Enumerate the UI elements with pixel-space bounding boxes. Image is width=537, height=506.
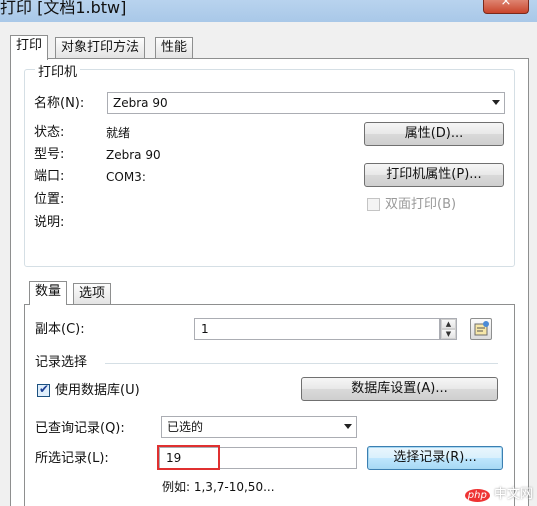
close-icon: ×: [500, 0, 512, 9]
port-label: 端口:: [34, 169, 65, 184]
copies-input[interactable]: 1: [194, 318, 440, 340]
queried-records-select[interactable]: 已选的: [161, 416, 357, 438]
annotation-highlight-box: [157, 445, 220, 470]
subtab-quantity[interactable]: 数量: [29, 281, 68, 305]
close-button[interactable]: ×: [483, 0, 529, 14]
queried-records-label: 已查询记录(Q):: [35, 421, 125, 436]
chevron-down-icon: [492, 100, 500, 105]
watermark-site: 中文网: [493, 487, 533, 502]
use-database-checkbox[interactable]: ✔: [37, 382, 50, 397]
model-value: Zebra 90: [106, 148, 161, 162]
counter-icon: [474, 321, 489, 336]
status-value: 就绪: [106, 126, 131, 140]
port-value: COM3:: [106, 170, 146, 184]
php-logo: php: [464, 489, 490, 502]
duplex-checkbox[interactable]: [367, 198, 380, 211]
chevron-down-icon: [344, 424, 352, 429]
example-text: 例如: 1,3,7-10,50...: [162, 480, 275, 494]
queried-records-value: 已选的: [167, 420, 204, 434]
selected-records-label: 所选记录(L):: [35, 451, 109, 466]
printer-name-select[interactable]: Zebra 90: [107, 92, 505, 114]
duplex-label: 双面打印(B): [385, 197, 457, 212]
properties-button[interactable]: 属性(D)...: [364, 122, 504, 146]
comment-label: 说明:: [34, 215, 65, 230]
printer-properties-button[interactable]: 打印机属性(P)...: [364, 163, 504, 187]
record-selection-divider: [105, 363, 498, 364]
printer-name-value: Zebra 90: [113, 96, 168, 110]
status-label: 状态:: [34, 125, 65, 140]
watermark: php 中文网: [464, 483, 533, 502]
select-records-button[interactable]: 选择记录(R)...: [367, 446, 503, 470]
spin-up-icon[interactable]: ▲: [441, 319, 456, 329]
subtab-options[interactable]: 选项: [73, 283, 112, 304]
checkmark-icon: ✔: [39, 382, 50, 396]
printer-name-label: 名称(N):: [34, 96, 85, 111]
tab-performance[interactable]: 性能: [155, 37, 194, 58]
tab-object-print-method[interactable]: 对象打印方法: [55, 37, 146, 58]
copies-label: 副本(C):: [35, 322, 85, 337]
copies-spinner[interactable]: ▲ ▼: [440, 318, 457, 340]
title-bar: 打印 [文档1.btw] ×: [0, 0, 537, 22]
spin-down-icon[interactable]: ▼: [441, 329, 456, 339]
model-label: 型号:: [34, 147, 65, 162]
database-settings-button[interactable]: 数据库设置(A)...: [301, 377, 498, 401]
counter-dialog-button[interactable]: [470, 318, 492, 340]
tab-print[interactable]: 打印: [10, 35, 49, 60]
print-tab-panel: 打印机 名称(N): Zebra 90 状态: 就绪 型号: Zebra 90 …: [10, 58, 529, 506]
print-dialog: 打印 对象打印方法 性能 打印机 名称(N): Zebra 90 状态: 就绪 …: [0, 22, 537, 506]
record-selection-label: 记录选择: [35, 355, 88, 370]
window-title: 打印 [文档1.btw]: [0, 0, 127, 17]
printer-group-label: 打印机: [35, 61, 81, 80]
use-database-label: 使用数据库(U): [55, 383, 140, 398]
location-label: 位置:: [34, 192, 65, 207]
